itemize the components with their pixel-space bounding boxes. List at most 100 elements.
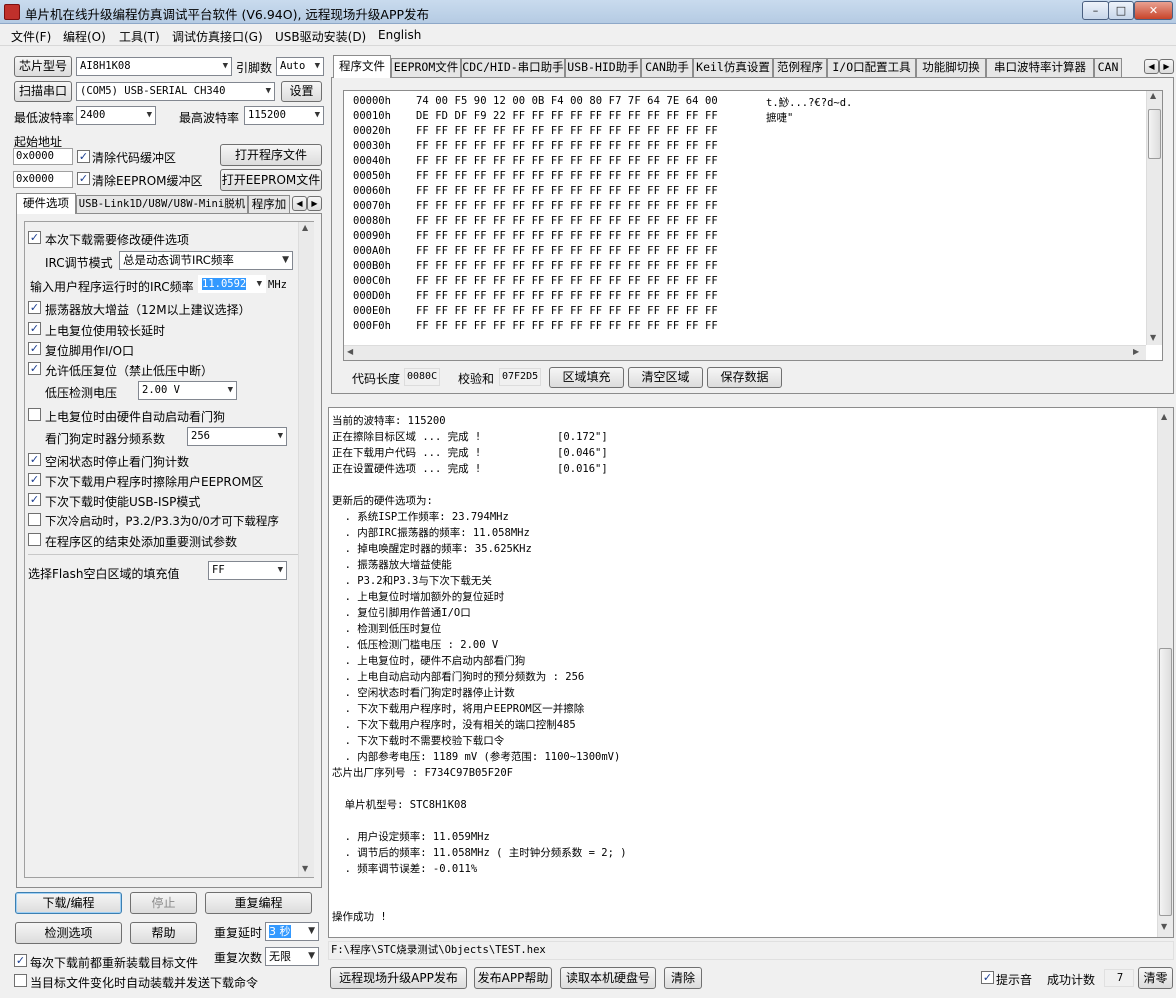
tab-right-8[interactable]: 功能脚切换 <box>916 58 986 77</box>
hex-bytes[interactable]: 74 00 F5 90 12 00 0B F4 00 80 F7 7F 64 7… <box>416 95 718 107</box>
open-eeprom-file-button[interactable]: 打开EEPROM文件 <box>220 169 322 191</box>
publish-app-help-button[interactable]: 发布APP帮助 <box>474 967 552 989</box>
stop-button[interactable]: 停止 <box>130 892 197 914</box>
scroll-thumb[interactable] <box>1159 648 1172 916</box>
menu-program[interactable]: 编程(O) <box>63 28 106 45</box>
tab-scroll-left-icon[interactable]: ◀ <box>292 196 307 211</box>
idle-wdt-checkbox[interactable]: ✓ <box>28 453 41 466</box>
hex-hscrollbar[interactable]: ◀ ▶ <box>344 345 1146 360</box>
scroll-down-icon[interactable]: ▼ <box>302 864 308 873</box>
osc-gain-checkbox[interactable]: ✓ <box>28 301 41 314</box>
scroll-up-icon[interactable]: ▲ <box>1150 91 1156 100</box>
reset-io-checkbox[interactable]: ✓ <box>28 342 41 355</box>
check-options-button[interactable]: 检测选项 <box>15 922 122 944</box>
auto-load-checkbox[interactable] <box>14 974 27 987</box>
scroll-right-icon[interactable]: ▶ <box>1133 347 1139 356</box>
menu-usb-driver[interactable]: USB驱动安装(D) <box>275 28 366 45</box>
tab-right-10[interactable]: CAN <box>1094 58 1122 77</box>
repeat-count-select[interactable]: 无限 ▼ <box>265 947 319 966</box>
tab-usb-link[interactable]: USB-Link1D/U8W/U8W-Mini脱机 <box>76 195 248 213</box>
menu-file[interactable]: 文件(F) <box>11 28 51 45</box>
scroll-up-icon[interactable]: ▲ <box>1161 412 1167 421</box>
lvd-select[interactable]: 2.00 V ▼ <box>138 381 237 400</box>
start-address-input-2[interactable]: 0x0000 <box>13 171 73 188</box>
hex-bytes[interactable]: FF FF FF FF FF FF FF FF FF FF FF FF FF F… <box>416 200 718 212</box>
irc-mode-select[interactable]: 总是动态调节IRC频率 ▼ <box>119 251 293 270</box>
add-params-checkbox[interactable] <box>28 533 41 546</box>
hex-bytes[interactable]: FF FF FF FF FF FF FF FF FF FF FF FF FF F… <box>416 155 718 167</box>
usb-isp-checkbox[interactable]: ✓ <box>28 493 41 506</box>
tab-right-3[interactable]: USB-HID助手 <box>565 58 641 77</box>
long-delay-checkbox[interactable]: ✓ <box>28 322 41 335</box>
tab-right-9[interactable]: 串口波特率计算器 <box>986 58 1094 77</box>
reset-count-button[interactable]: 清零 <box>1138 967 1173 989</box>
log-output[interactable]: 当前的波特率: 115200 正在擦除目标区域 ... 完成 ! [0.172"]… <box>328 407 1174 938</box>
tab-scroll-right-icon[interactable]: ▶ <box>307 196 322 211</box>
options-scrollbar[interactable]: ▲ ▼ <box>298 222 314 877</box>
tab-program-load[interactable]: 程序加 <box>248 195 290 213</box>
cold-start-checkbox[interactable] <box>28 513 41 526</box>
help-button[interactable]: 帮助 <box>130 922 197 944</box>
read-disk-id-button[interactable]: 读取本机硬盘号 <box>560 967 656 989</box>
port-select[interactable]: (COM5) USB-SERIAL CH340 ▼ <box>76 82 275 101</box>
tab-right-2[interactable]: CDC/HID-串口助手 <box>461 58 565 77</box>
tab-scroll-right-icon[interactable]: ▶ <box>1159 59 1174 74</box>
remote-app-publish-button[interactable]: 远程现场升级APP发布 <box>330 967 467 989</box>
hex-vscrollbar[interactable]: ▲ ▼ <box>1146 91 1162 345</box>
hex-bytes[interactable]: FF FF FF FF FF FF FF FF FF FF FF FF FF F… <box>416 170 718 182</box>
log-scrollbar[interactable]: ▲ ▼ <box>1157 408 1173 937</box>
scroll-thumb[interactable] <box>1148 109 1161 159</box>
chip-model-select[interactable]: AI8H1K08 ▼ <box>76 57 232 76</box>
chip-model-button[interactable]: 芯片型号 <box>14 56 72 77</box>
menu-debug[interactable]: 调试仿真接口(G) <box>172 28 263 45</box>
min-baud-select[interactable]: 2400 ▼ <box>76 106 156 125</box>
scroll-left-icon[interactable]: ◀ <box>347 347 353 356</box>
title-bar[interactable]: 单片机在线升级编程仿真调试平台软件 (V6.94O), 远程现场升级APP发布 … <box>0 0 1176 24</box>
tab-right-5[interactable]: Keil仿真设置 <box>693 58 773 77</box>
tab-right-6[interactable]: 范例程序 <box>773 58 827 77</box>
save-data-button[interactable]: 保存数据 <box>707 367 782 388</box>
modify-hw-checkbox[interactable]: ✓ <box>28 231 41 244</box>
scroll-up-icon[interactable]: ▲ <box>302 223 308 232</box>
start-address-input-1[interactable]: 0x0000 <box>13 148 73 165</box>
maximize-button[interactable]: □ <box>1108 1 1134 20</box>
tab-right-7[interactable]: I/O口配置工具 <box>827 58 916 77</box>
minimize-button[interactable]: – <box>1082 1 1109 20</box>
reload-checkbox[interactable]: ✓ <box>14 954 27 967</box>
irc-freq-input[interactable]: 11.0592 ▼ <box>198 275 266 293</box>
tab-right-4[interactable]: CAN助手 <box>641 58 693 77</box>
erase-eeprom-checkbox[interactable]: ✓ <box>28 473 41 486</box>
hex-bytes[interactable]: FF FF FF FF FF FF FF FF FF FF FF FF FF F… <box>416 125 718 137</box>
tab-right-0[interactable]: 程序文件 <box>333 55 391 78</box>
sound-checkbox[interactable]: ✓ <box>981 971 994 984</box>
download-program-button[interactable]: 下载/编程 <box>15 892 122 914</box>
hex-bytes[interactable]: FF FF FF FF FF FF FF FF FF FF FF FF FF F… <box>416 290 718 302</box>
scroll-down-icon[interactable]: ▼ <box>1150 333 1156 342</box>
hex-bytes[interactable]: FF FF FF FF FF FF FF FF FF FF FF FF FF F… <box>416 140 718 152</box>
clear-area-button[interactable]: 清空区域 <box>628 367 703 388</box>
max-baud-select[interactable]: 115200 ▼ <box>244 106 324 125</box>
close-button[interactable]: ✕ <box>1134 1 1173 20</box>
repeat-program-button[interactable]: 重复编程 <box>205 892 312 914</box>
pins-select[interactable]: Auto ▼ <box>276 57 324 76</box>
hex-bytes[interactable]: FF FF FF FF FF FF FF FF FF FF FF FF FF F… <box>416 260 718 272</box>
hex-bytes[interactable]: FF FF FF FF FF FF FF FF FF FF FF FF FF F… <box>416 245 718 257</box>
hex-bytes[interactable]: FF FF FF FF FF FF FF FF FF FF FF FF FF F… <box>416 305 718 317</box>
hex-bytes[interactable]: FF FF FF FF FF FF FF FF FF FF FF FF FF F… <box>416 230 718 242</box>
hex-editor[interactable]: 00000h 74 00 F5 90 12 00 0B F4 00 80 F7 7… <box>343 90 1163 361</box>
clear-code-checkbox[interactable]: ✓ <box>77 150 90 163</box>
wdt-auto-checkbox[interactable] <box>28 408 41 421</box>
scan-port-button[interactable]: 扫描串口 <box>14 81 72 102</box>
hex-bytes[interactable]: DE FD DF F9 22 FF FF FF FF FF FF FF FF F… <box>416 110 718 122</box>
repeat-delay-select[interactable]: 3 秒 ▼ <box>265 922 319 941</box>
fill-area-button[interactable]: 区域填充 <box>549 367 624 388</box>
tab-hardware-options[interactable]: 硬件选项 <box>16 193 76 214</box>
tab-scroll-left-icon[interactable]: ◀ <box>1144 59 1159 74</box>
wdt-div-select[interactable]: 256 ▼ <box>187 427 287 446</box>
open-program-file-button[interactable]: 打开程序文件 <box>220 144 322 166</box>
lvr-checkbox[interactable]: ✓ <box>28 362 41 375</box>
hex-bytes[interactable]: FF FF FF FF FF FF FF FF FF FF FF FF FF F… <box>416 275 718 287</box>
tab-right-1[interactable]: EEPROM文件 <box>391 58 461 77</box>
hex-bytes[interactable]: FF FF FF FF FF FF FF FF FF FF FF FF FF F… <box>416 185 718 197</box>
hex-bytes[interactable]: FF FF FF FF FF FF FF FF FF FF FF FF FF F… <box>416 215 718 227</box>
